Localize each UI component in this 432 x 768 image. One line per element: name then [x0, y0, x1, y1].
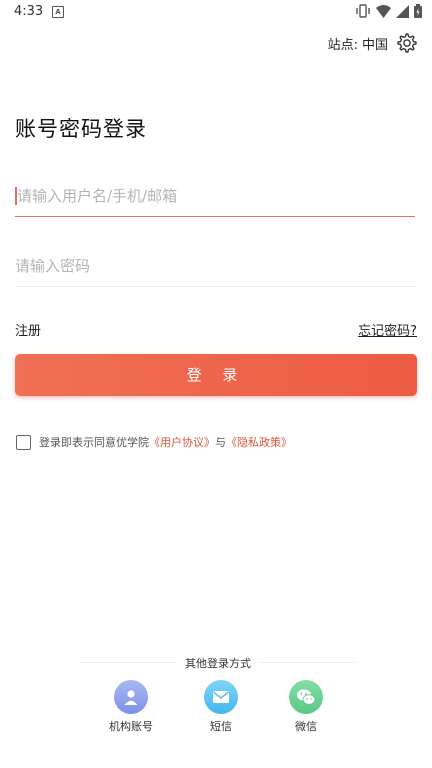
org-account-label: 机构账号	[109, 720, 153, 733]
status-bar: 4:33 A	[0, 0, 432, 24]
status-time: 4:33	[14, 4, 44, 19]
site-label: 站点:	[327, 37, 358, 53]
wifi-icon	[376, 4, 391, 18]
mail-icon	[204, 680, 238, 714]
agreement-conjunction: 与	[215, 436, 226, 449]
register-link[interactable]: 注册	[15, 320, 41, 339]
username-input[interactable]	[15, 176, 417, 216]
site-value: 中国	[361, 37, 388, 53]
username-field-wrapper	[15, 176, 417, 217]
other-login-divider: 其他登录方式	[80, 655, 356, 671]
wechat-login[interactable]: 微信	[276, 680, 336, 734]
other-login-title: 其他登录方式	[177, 655, 259, 671]
agreement-row: 登录即表示同意优学院 《用户协议》 与 《隐私政策》	[16, 434, 292, 450]
site-text: 站点: 中国	[328, 34, 388, 53]
gear-icon[interactable]	[396, 32, 418, 54]
signal-icon	[396, 4, 409, 18]
sms-login[interactable]: 短信	[191, 680, 251, 734]
privacy-policy-link[interactable]: 《隐私政策》	[226, 434, 292, 450]
vibrate-icon	[356, 4, 370, 18]
person-icon	[114, 680, 148, 714]
agreement-prefix: 登录即表示同意优学院	[39, 436, 149, 449]
page-title: 账号密码登录	[15, 117, 147, 141]
status-icons	[355, 4, 422, 18]
login-button[interactable]: 登 录	[15, 354, 417, 396]
wechat-label: 微信	[295, 720, 317, 733]
password-field-wrapper	[15, 246, 415, 287]
sms-label: 短信	[210, 720, 232, 733]
wechat-icon	[289, 680, 323, 714]
battery-icon	[414, 4, 422, 18]
site-selector[interactable]: 站点: 中国	[328, 32, 418, 54]
password-input[interactable]	[15, 246, 415, 286]
login-page: 4:33 A 站点: 中国 账号密码登录 请输入用户名/手机/邮箱 注册 忘记密…	[0, 0, 432, 768]
user-agreement-link[interactable]: 《用户协议》	[149, 434, 215, 450]
notification-icon: A	[52, 6, 64, 18]
forgot-password-link[interactable]: 忘记密码?	[358, 320, 417, 339]
org-account-login[interactable]: 机构账号	[101, 680, 161, 734]
agreement-checkbox[interactable]	[16, 434, 31, 450]
